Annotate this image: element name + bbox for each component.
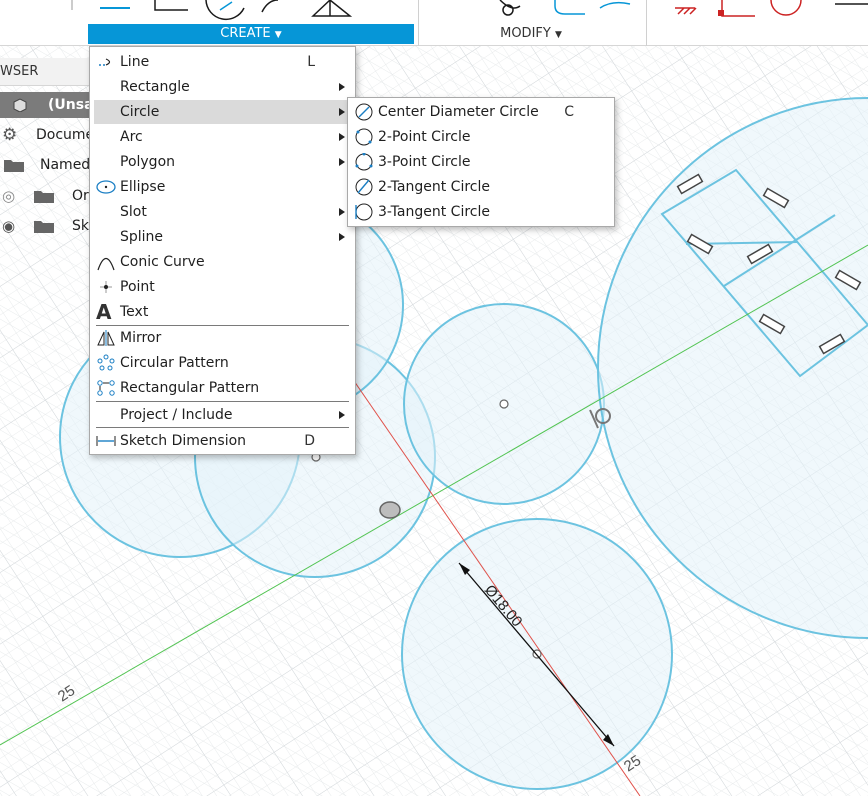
offset-tool-icon <box>599 1 631 9</box>
center-diameter-circle-icon <box>355 103 373 121</box>
browser-item-document-settings[interactable]: ⚙ Docume <box>0 122 90 148</box>
component-icon <box>13 98 27 112</box>
submenu-arrow-icon <box>339 133 345 141</box>
rectangle-tool-icon <box>154 0 188 11</box>
mirror-icon <box>97 330 115 346</box>
mirror-tool-icon <box>311 0 353 17</box>
circular-pattern-icon <box>97 354 115 371</box>
visibility-eye-icon[interactable]: ◉ <box>2 213 15 239</box>
menu-item-line[interactable]: Line L <box>94 50 351 74</box>
menu-separator <box>96 401 349 402</box>
rectangular-pattern-icon <box>97 380 115 396</box>
three-tangent-circle-icon <box>355 203 373 221</box>
menu-item-mirror[interactable]: Mirror <box>94 326 351 350</box>
menu-item-2-tangent-circle[interactable]: 2-Tangent Circle <box>352 175 610 199</box>
three-point-circle-icon <box>355 153 373 171</box>
browser-item-label: Named <box>40 157 90 173</box>
origin-point[interactable] <box>379 501 401 519</box>
submenu-arrow-icon <box>339 158 345 166</box>
text-icon: A <box>96 300 112 324</box>
ellipse-icon <box>96 180 116 194</box>
caret-down-icon: ▼ <box>554 30 562 40</box>
arc-tool-icon <box>261 0 279 13</box>
two-tangent-circle-icon <box>355 178 373 196</box>
menu-item-rectangle[interactable]: Rectangle <box>94 75 351 99</box>
browser-item-sketches[interactable]: ◉ Sk <box>0 213 90 239</box>
browser-item-root[interactable]: (Unsa <box>0 92 90 118</box>
menu-item-text[interactable]: A Text <box>94 300 351 324</box>
folder-icon <box>34 221 54 233</box>
fix-constraint-icon <box>675 7 697 15</box>
browser-item-named-views[interactable]: Named <box>0 152 90 178</box>
menu-item-point[interactable]: Point <box>94 275 351 299</box>
menu-item-2-point-circle[interactable]: 2-Point Circle <box>352 125 610 149</box>
visibility-hidden-icon[interactable]: ◎ <box>2 183 15 209</box>
browser-item-label: Sk <box>72 218 89 234</box>
perpendicular-constraint-icon <box>721 0 755 17</box>
submenu-arrow-icon <box>339 83 345 91</box>
menu-item-spline[interactable]: Spline <box>94 225 351 249</box>
submenu-arrow-icon <box>339 208 345 216</box>
toolbar-separator <box>646 0 647 46</box>
two-point-circle-icon <box>355 128 373 146</box>
menu-item-project-include[interactable]: Project / Include <box>94 403 351 427</box>
gear-icon: ⚙ <box>2 125 18 145</box>
trim-tool-icon <box>554 0 585 15</box>
folder-icon <box>34 191 54 203</box>
point-icon <box>100 281 112 293</box>
create-dropdown-menu: Line L Rectangle Circle Arc Polygon Ellip… <box>89 46 356 455</box>
fillet-tool-icon <box>499 0 521 16</box>
browser-item-origin[interactable]: ◎ Or <box>0 183 90 209</box>
menu-item-slot[interactable]: Slot <box>94 200 351 224</box>
menu-item-arc[interactable]: Arc <box>94 125 351 149</box>
menu-item-sketch-dimension[interactable]: Sketch Dimension D <box>94 429 351 453</box>
menu-item-conic-curve[interactable]: Conic Curve <box>94 250 351 274</box>
toolbar: CREATE ▼ MODIFY ▼ <box>0 0 868 46</box>
submenu-arrow-icon <box>339 108 345 116</box>
circle-submenu: Center Diameter Circle C 2-Point Circle 3… <box>347 97 615 227</box>
browser-item-label: Docume <box>36 127 90 143</box>
toolbar-separator <box>418 0 419 46</box>
modify-menu-label: MODIFY <box>500 26 551 41</box>
menu-item-center-diameter-circle[interactable]: Center Diameter Circle C <box>352 100 610 124</box>
browser-title: WSER <box>0 64 39 79</box>
toolbar-icons[interactable] <box>0 0 868 24</box>
browser-item-label: Or <box>72 188 89 204</box>
browser-panel-header[interactable]: WSER <box>0 58 90 86</box>
submenu-arrow-icon <box>339 233 345 241</box>
circle-tool-icon <box>205 0 245 21</box>
menu-separator <box>96 427 349 428</box>
folder-icon <box>4 160 24 172</box>
menu-item-3-point-circle[interactable]: 3-Point Circle <box>352 150 610 174</box>
menu-item-3-tangent-circle[interactable]: 3-Tangent Circle <box>352 200 610 224</box>
sketch-dimension-icon <box>96 436 116 446</box>
menu-item-polygon[interactable]: Polygon <box>94 150 351 174</box>
browser-item-label: (Unsa <box>48 97 90 113</box>
menu-item-ellipse[interactable]: Ellipse <box>94 175 351 199</box>
caret-down-icon: ▼ <box>274 30 282 40</box>
create-menu-button[interactable]: CREATE ▼ <box>88 24 414 44</box>
modify-menu-button[interactable]: MODIFY ▼ <box>420 24 642 44</box>
conic-curve-icon <box>97 257 115 271</box>
center-point[interactable] <box>499 399 509 409</box>
menu-item-rectangular-pattern[interactable]: Rectangular Pattern <box>94 376 351 400</box>
submenu-arrow-icon <box>339 411 345 419</box>
tangent-constraint-tool-icon <box>770 0 802 16</box>
create-menu-label: CREATE <box>220 26 271 41</box>
line-icon <box>99 58 111 66</box>
menu-item-circular-pattern[interactable]: Circular Pattern <box>94 351 351 375</box>
menu-item-circle[interactable]: Circle <box>94 100 351 124</box>
